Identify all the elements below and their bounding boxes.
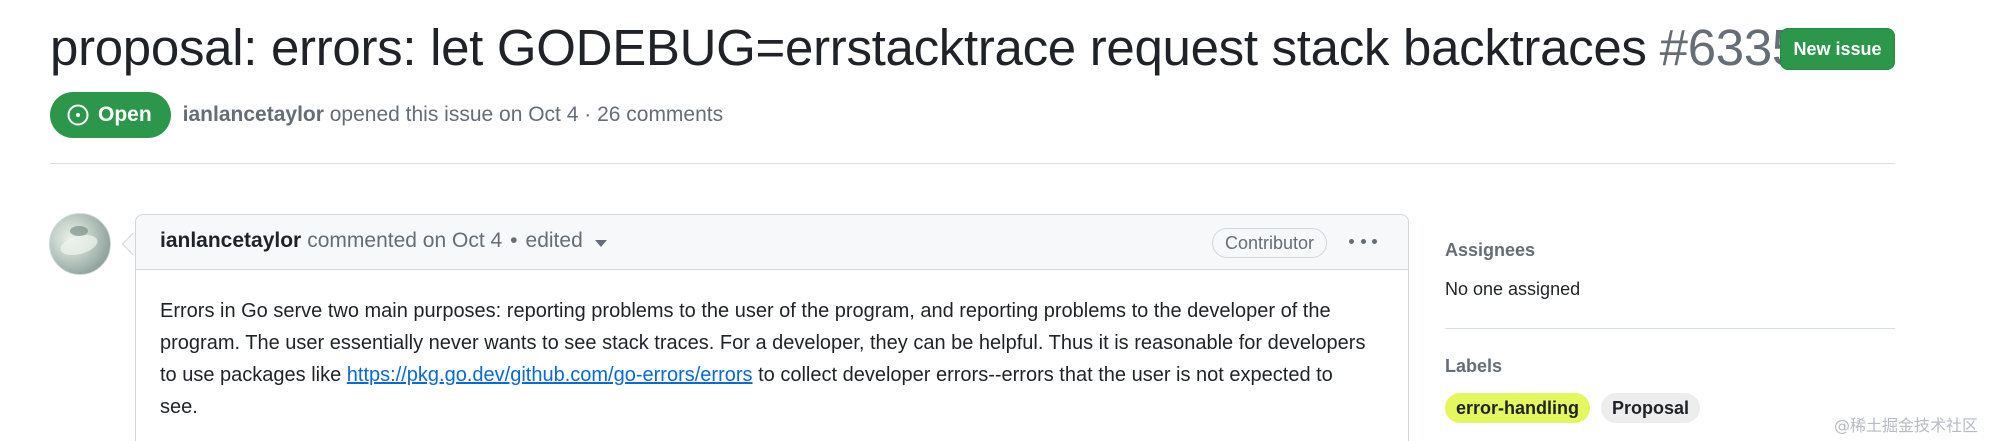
comment-edited-dropdown[interactable]: edited (526, 229, 583, 253)
issue-page: proposal: errors: let GODEBUG=errstacktr… (0, 0, 2000, 441)
issue-state-label: Open (98, 103, 152, 126)
kebab-horizontal-icon[interactable] (1349, 236, 1377, 246)
comment-timestamp[interactable]: commented on Oct 4 (307, 229, 502, 253)
issue-title-row: proposal: errors: let GODEBUG=errstacktr… (50, 18, 1828, 77)
triangle-down-icon[interactable] (594, 239, 607, 247)
issue-opened-text: opened this issue on Oct 4 · 26 comments (329, 103, 724, 126)
issue-opened-icon (66, 103, 90, 127)
issue-meta-text: ianlancetaylor opened this issue on Oct … (183, 103, 723, 127)
labels-heading[interactable]: Labels (1445, 356, 1502, 377)
comment-author-link[interactable]: ianlancetaylor (160, 229, 301, 253)
contributor-badge: Contributor (1212, 228, 1328, 258)
issue-state-badge: Open (50, 92, 171, 138)
label-error-handling[interactable]: error-handling (1445, 393, 1591, 423)
issue-meta-row: Open ianlancetaylor opened this issue on… (50, 92, 723, 138)
assignees-value: No one assigned (1445, 279, 1581, 299)
watermark-text: @稀土掘金技术社区 (1834, 416, 1979, 435)
new-issue-button[interactable]: New issue (1780, 28, 1895, 70)
sidebar-divider (1445, 328, 1895, 329)
assignees-heading[interactable]: Assignees (1445, 240, 1535, 261)
label-proposal[interactable]: Proposal (1601, 393, 1701, 423)
issue-title: proposal: errors: let GODEBUG=errstacktr… (50, 19, 1647, 76)
comment-header-meta: ianlancetaylor commented on Oct 4 • edit… (160, 229, 607, 253)
comment-body: Errors in Go serve two main purposes: re… (160, 295, 1370, 423)
header-divider (50, 163, 1895, 164)
comment-body-link[interactable]: https://pkg.go.dev/github.com/go-errors/… (347, 364, 753, 386)
comment-box: ianlancetaylor commented on Oct 4 • edit… (135, 214, 1409, 441)
comment-header: ianlancetaylor commented on Oct 4 • edit… (136, 215, 1408, 270)
issue-author-link[interactable]: ianlancetaylor (183, 103, 324, 126)
comment-separator-dot: • (510, 229, 518, 252)
avatar[interactable] (49, 213, 111, 275)
